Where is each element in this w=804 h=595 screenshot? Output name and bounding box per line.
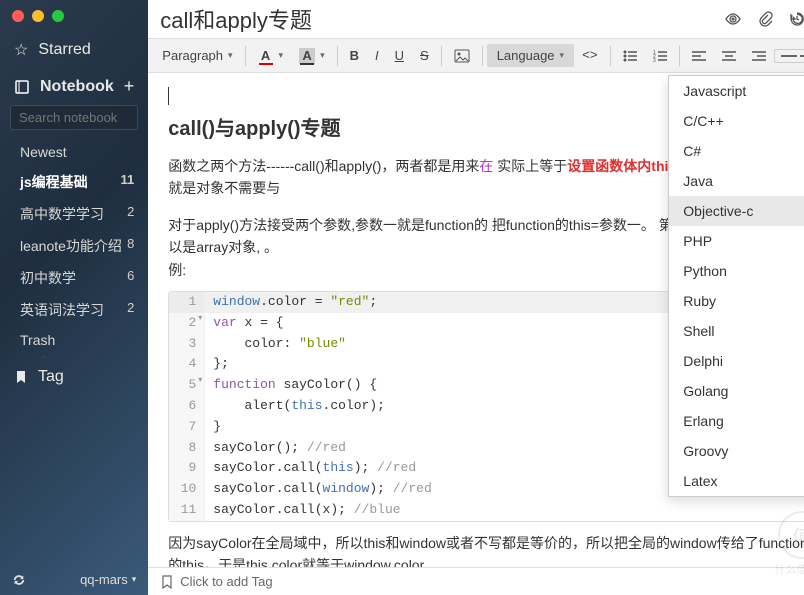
notebook-item-count: 6 [127,268,134,288]
maximize-window-icon[interactable] [52,10,64,22]
eye-icon[interactable] [724,10,742,28]
notebook-item-label: 高中数学学习 [20,204,104,224]
tag-icon [160,575,174,589]
editor-toolbar: Paragraph A A B I U S Language <> 123 [148,38,804,73]
notebook-item-count: 11 [121,172,135,192]
text-color-button[interactable]: A [250,44,292,68]
notebook-icon [14,79,30,95]
language-select[interactable]: Language [487,44,574,67]
code-button[interactable]: <> [574,44,606,67]
sync-icon[interactable] [12,573,26,587]
language-option[interactable]: Latex [669,466,804,496]
sidebar-item[interactable]: 初中数学 6 [0,262,148,294]
notebook-item-count: 2 [127,300,134,320]
tag-bar[interactable]: Click to add Tag [148,567,804,595]
bold-button[interactable]: B [342,44,367,67]
underline-button[interactable]: U [387,44,412,67]
notebook-item-label: 初中数学 [20,268,76,288]
sidebar-starred[interactable]: ☆ Starred [0,32,148,68]
notebook-item-count: 8 [127,236,134,256]
user-label: qq-mars [80,572,128,587]
sidebar-item[interactable]: 高中数学学习 2 [0,198,148,230]
sidebar-item[interactable]: 英语词法学习 2 [0,294,148,326]
history-icon[interactable] [788,10,804,28]
sidebar-item[interactable]: leanote功能介绍8 [0,230,148,262]
language-dropdown: JavascriptC/C++C#JavaObjective-cPHPPytho… [668,75,804,497]
language-option[interactable]: Erlang [669,406,804,436]
notebook-label: Notebook [40,78,114,96]
image-button[interactable] [446,45,478,67]
align-left-button[interactable] [684,46,714,66]
language-option[interactable]: Golang [669,376,804,406]
language-option[interactable]: Groovy [669,436,804,466]
bookmark-icon [14,370,28,384]
strike-button[interactable]: S [412,44,437,67]
more-options-button[interactable] [774,49,804,63]
chevron-down-icon: ▾ [132,574,137,585]
italic-button[interactable]: I [367,44,387,67]
sidebar-item[interactable]: Trash [0,326,148,354]
language-option[interactable]: Python [669,256,804,286]
language-option[interactable]: PHP [669,226,804,256]
paragraph-select[interactable]: Paragraph [154,44,240,67]
notebook-list: Newestjs编程基础11高中数学学习2leanote功能介绍8初中数学6英语… [0,138,148,354]
sidebar-notebook-header[interactable]: Notebook + [0,68,148,105]
align-center-button[interactable] [714,46,744,66]
user-menu[interactable]: qq-mars ▾ [80,572,136,587]
sidebar-item[interactable]: js编程基础 11 [0,166,148,198]
tag-label: Tag [38,368,64,386]
code-line: 11sayColor.call(x); //blue [169,500,804,521]
svg-text:3: 3 [653,58,656,62]
notebook-item-label: Newest [20,144,67,160]
language-option[interactable]: Java [669,166,804,196]
add-notebook-icon[interactable]: + [124,76,135,97]
tag-placeholder: Click to add Tag [180,574,272,589]
sidebar-tag[interactable]: Tag [0,360,148,394]
align-right-button[interactable] [744,46,774,66]
starred-label: Starred [38,41,90,59]
notebook-item-label: 英语词法学习 [20,300,104,320]
close-window-icon[interactable] [12,10,24,22]
number-list-button[interactable]: 123 [645,46,675,66]
notebook-item-count: 2 [127,204,134,224]
search-input[interactable] [10,105,138,130]
highlight-color-button[interactable]: A [291,44,333,68]
language-option[interactable]: Delphi [669,346,804,376]
attachment-icon[interactable] [756,10,774,28]
language-option[interactable]: Ruby [669,286,804,316]
language-option[interactable]: Objective-c [669,196,804,226]
language-option[interactable]: C# [669,136,804,166]
star-icon: ☆ [14,40,28,60]
language-option[interactable]: C/C++ [669,106,804,136]
notebook-item-label: Trash [20,332,55,348]
window-controls [0,0,148,32]
note-title-input[interactable] [160,6,723,32]
sidebar-item[interactable]: Newest [0,138,148,166]
notebook-item-label: js编程基础 [20,172,88,192]
language-option[interactable]: Javascript [669,76,804,106]
minimize-window-icon[interactable] [32,10,44,22]
bullet-list-button[interactable] [615,46,645,66]
language-option[interactable]: Shell [669,316,804,346]
paragraph-3: 因为sayColor在全局域中，所以this和window或者不写都是等价的，所… [168,532,804,567]
notebook-item-label: leanote功能介绍 [20,236,122,256]
